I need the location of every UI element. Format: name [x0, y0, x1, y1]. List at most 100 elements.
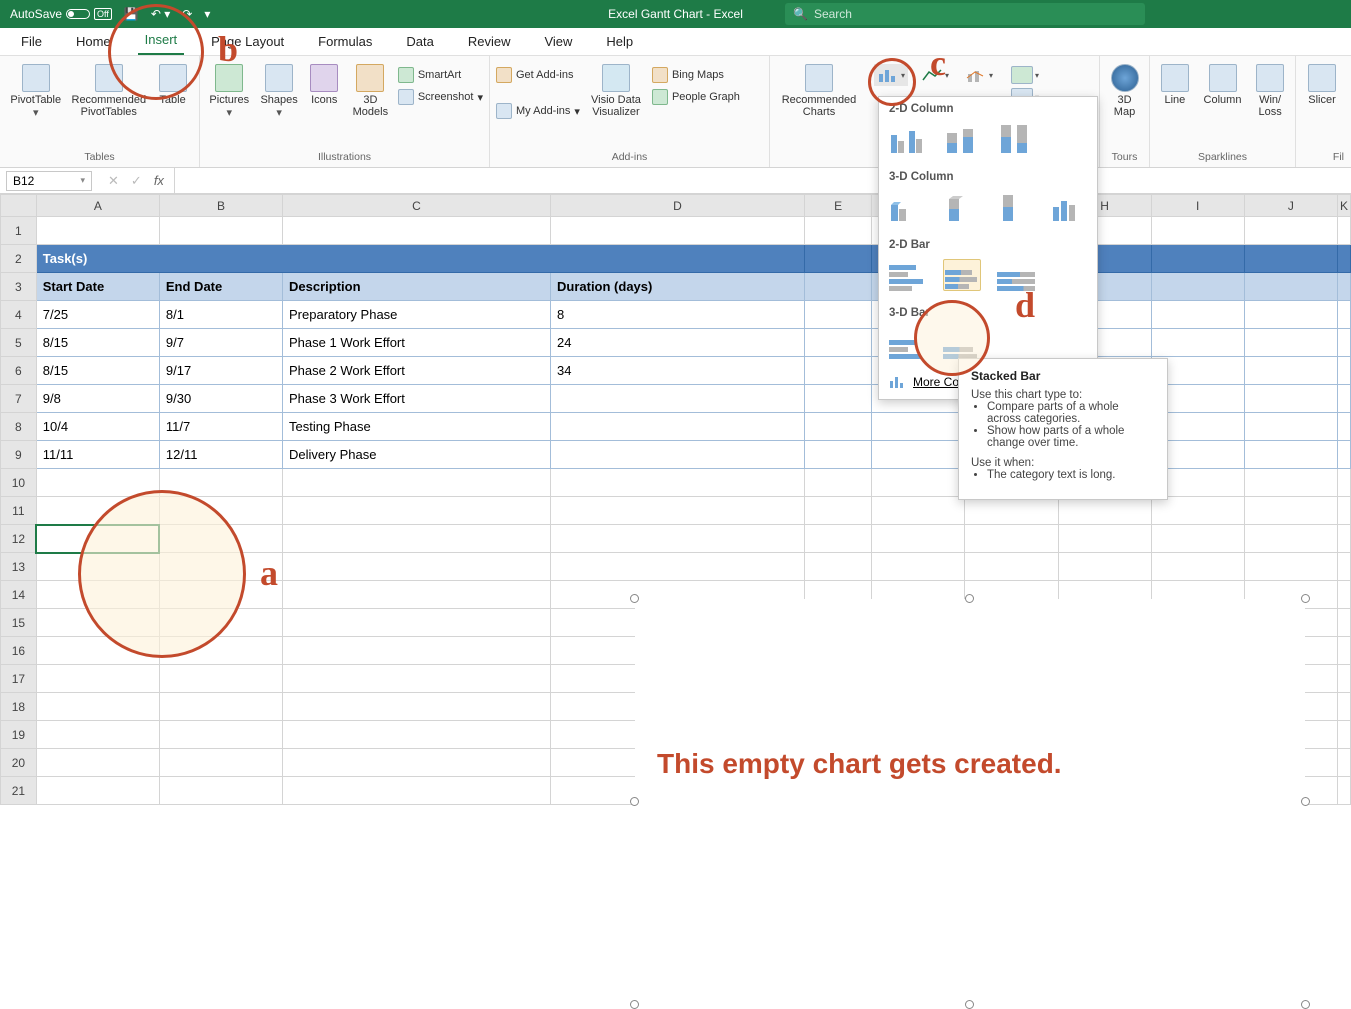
name-box[interactable]: B12▾: [6, 171, 92, 191]
sparkline-column-button[interactable]: Column: [1200, 60, 1245, 106]
cell-subheader[interactable]: Duration (days): [551, 273, 805, 301]
cell[interactable]: [965, 497, 1058, 525]
cell[interactable]: [872, 497, 965, 525]
cell[interactable]: [159, 777, 282, 805]
combo-chart-button[interactable]: ▾: [962, 64, 996, 86]
cell[interactable]: [283, 721, 551, 749]
cell[interactable]: [283, 217, 551, 245]
search-input[interactable]: [814, 7, 1137, 21]
row-header-6[interactable]: 6: [1, 357, 37, 385]
cell[interactable]: 34: [551, 357, 805, 385]
row-header-20[interactable]: 20: [1, 749, 37, 777]
cell[interactable]: [804, 385, 871, 413]
cell[interactable]: [36, 581, 159, 609]
row-header-21[interactable]: 21: [1, 777, 37, 805]
resize-handle[interactable]: [630, 797, 639, 806]
cell[interactable]: [551, 413, 805, 441]
cell[interactable]: [804, 441, 871, 469]
selected-cell-b12[interactable]: [36, 525, 159, 553]
cell[interactable]: 8/1: [159, 301, 282, 329]
cell[interactable]: [1338, 637, 1351, 665]
cell[interactable]: [283, 553, 551, 581]
cell[interactable]: [1338, 581, 1351, 609]
cell[interactable]: [159, 665, 282, 693]
cell[interactable]: [872, 525, 965, 553]
cell[interactable]: [36, 749, 159, 777]
resize-handle[interactable]: [1301, 594, 1310, 603]
cell[interactable]: [804, 357, 871, 385]
cell[interactable]: 9/7: [159, 329, 282, 357]
cell[interactable]: [159, 525, 282, 553]
row-header-16[interactable]: 16: [1, 637, 37, 665]
cell[interactable]: [283, 749, 551, 777]
select-all-corner[interactable]: [1, 195, 37, 217]
enter-icon[interactable]: ✓: [131, 173, 142, 189]
cell[interactable]: 9/8: [36, 385, 159, 413]
cell[interactable]: [36, 637, 159, 665]
cell[interactable]: [1338, 413, 1351, 441]
row-header-4[interactable]: 4: [1, 301, 37, 329]
cell[interactable]: 12/11: [159, 441, 282, 469]
cell[interactable]: [36, 777, 159, 805]
my-addins-button[interactable]: My Add-ins ▾: [496, 100, 580, 122]
cell[interactable]: [804, 525, 871, 553]
row-header-14[interactable]: 14: [1, 581, 37, 609]
cell[interactable]: [1338, 665, 1351, 693]
cell[interactable]: [1058, 525, 1151, 553]
cell[interactable]: [551, 469, 805, 497]
cell[interactable]: [1244, 469, 1337, 497]
smartart-button[interactable]: SmartArt: [398, 64, 483, 86]
screenshot-button[interactable]: Screenshot ▾: [398, 86, 483, 108]
3d-clustered-column-option[interactable]: [889, 191, 927, 223]
tab-help[interactable]: Help: [599, 30, 640, 55]
3d-models-button[interactable]: 3D Models: [349, 60, 392, 118]
cell[interactable]: Phase 3 Work Effort: [283, 385, 551, 413]
cell[interactable]: [36, 217, 159, 245]
cell[interactable]: [283, 581, 551, 609]
cell-task-header[interactable]: Task(s): [36, 245, 804, 273]
cell[interactable]: [872, 553, 965, 581]
cell[interactable]: [1058, 553, 1151, 581]
col-header-E[interactable]: E: [804, 195, 871, 217]
cell[interactable]: [283, 525, 551, 553]
resize-handle[interactable]: [1301, 1000, 1310, 1009]
recommended-pivottables-button[interactable]: Recommended PivotTables: [72, 60, 147, 118]
cell[interactable]: 8/15: [36, 357, 159, 385]
visio-button[interactable]: Visio Data Visualizer: [586, 60, 646, 118]
col-header-K[interactable]: K: [1338, 195, 1351, 217]
3d-map-button[interactable]: 3D Map: [1106, 60, 1143, 118]
cell[interactable]: 8: [551, 301, 805, 329]
cell[interactable]: 10/4: [36, 413, 159, 441]
clustered-bar-option[interactable]: [889, 259, 927, 291]
sparkline-line-button[interactable]: Line: [1156, 60, 1194, 106]
cell[interactable]: [159, 609, 282, 637]
row-header-12[interactable]: 12: [1, 525, 37, 553]
cell[interactable]: [36, 469, 159, 497]
cell[interactable]: [1338, 357, 1351, 385]
cell[interactable]: [1338, 749, 1351, 777]
cell[interactable]: [283, 637, 551, 665]
cell[interactable]: Testing Phase: [283, 413, 551, 441]
cell[interactable]: [1244, 217, 1337, 245]
cell[interactable]: [1338, 469, 1351, 497]
col-header-B[interactable]: B: [159, 195, 282, 217]
cell[interactable]: [804, 413, 871, 441]
cell[interactable]: [1338, 385, 1351, 413]
cell[interactable]: [1244, 413, 1337, 441]
3d-stacked-bar-option[interactable]: [943, 327, 981, 359]
cell[interactable]: [1151, 245, 1244, 273]
recommended-charts-button[interactable]: Recommended Charts: [776, 60, 862, 118]
cell[interactable]: [36, 721, 159, 749]
col-header-C[interactable]: C: [283, 195, 551, 217]
cell[interactable]: [551, 497, 805, 525]
cell[interactable]: [1151, 553, 1244, 581]
cell[interactable]: [1338, 329, 1351, 357]
cell[interactable]: [1151, 497, 1244, 525]
cell[interactable]: Delivery Phase: [283, 441, 551, 469]
shapes-button[interactable]: Shapes▾: [259, 60, 300, 119]
row-header-13[interactable]: 13: [1, 553, 37, 581]
tab-file[interactable]: File: [14, 30, 49, 55]
fx-icon[interactable]: fx: [154, 173, 164, 188]
col-header-J[interactable]: J: [1244, 195, 1337, 217]
cell[interactable]: [159, 693, 282, 721]
